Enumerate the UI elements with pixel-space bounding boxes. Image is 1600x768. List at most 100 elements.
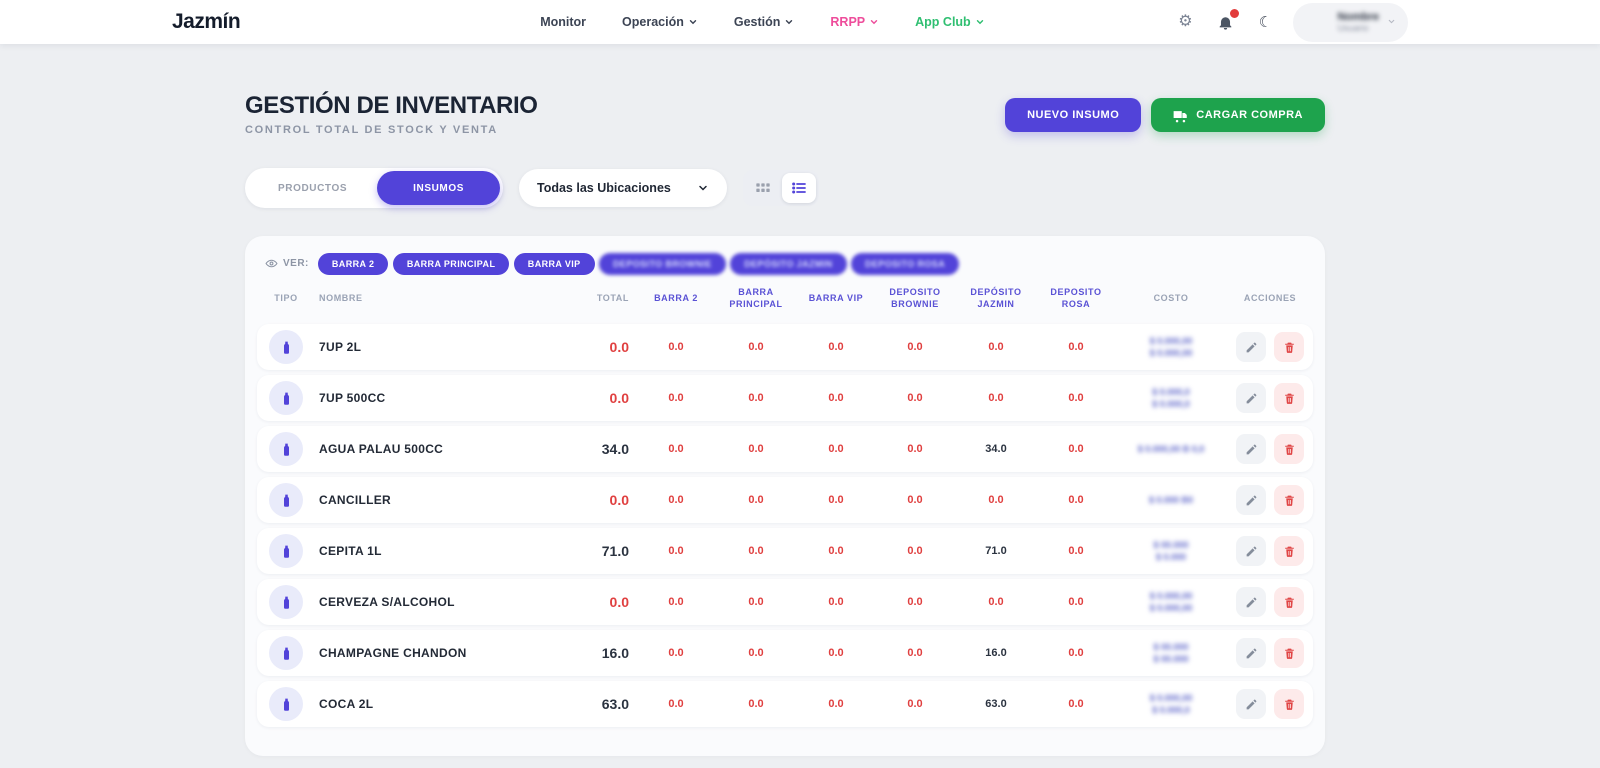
stock-barra-principal: 0.0 bbox=[715, 494, 797, 506]
avatar bbox=[1298, 7, 1329, 38]
delete-button[interactable] bbox=[1274, 536, 1304, 566]
moon-icon: ☾ bbox=[1259, 15, 1272, 30]
delete-button[interactable] bbox=[1274, 689, 1304, 719]
tab-productos[interactable]: PRODUCTOS bbox=[248, 171, 377, 205]
total-value: 16.0 bbox=[551, 645, 637, 661]
load-purchase-button[interactable]: CARGAR COMPRA bbox=[1151, 98, 1325, 132]
stock-barra-2: 0.0 bbox=[637, 647, 715, 659]
filter-chip-deposito-jazmin[interactable]: DEPÓSITO JAZMIN bbox=[730, 253, 846, 275]
delete-button[interactable] bbox=[1274, 434, 1304, 464]
edit-button[interactable] bbox=[1236, 434, 1266, 464]
filter-chip-deposito-rosa[interactable]: DEPOSITO ROSA bbox=[851, 253, 959, 275]
total-value: 0.0 bbox=[551, 492, 637, 508]
nav-item-app-club[interactable]: App Club bbox=[915, 15, 985, 29]
col-header-acciones: ACCIONES bbox=[1227, 292, 1313, 304]
ver-label: VER: bbox=[265, 257, 309, 270]
stock-deposito-rosa: 0.0 bbox=[1037, 596, 1115, 608]
truck-icon bbox=[1173, 108, 1188, 123]
cost-value-redacted: $ 0.000 B0 bbox=[1115, 494, 1227, 506]
item-name: 7UP 500CC bbox=[315, 391, 551, 405]
stock-barra-vip: 0.0 bbox=[797, 545, 875, 557]
item-name: CHAMPAGNE CHANDON bbox=[315, 646, 551, 660]
tab-insumos[interactable]: INSUMOS bbox=[377, 171, 500, 205]
stock-deposito-rosa: 0.0 bbox=[1037, 341, 1115, 353]
delete-button[interactable] bbox=[1274, 638, 1304, 668]
edit-button[interactable] bbox=[1236, 638, 1266, 668]
stock-barra-2: 0.0 bbox=[637, 698, 715, 710]
stock-barra-vip: 0.0 bbox=[797, 392, 875, 404]
col-header-nombre: NOMBRE bbox=[315, 292, 551, 304]
user-role-redacted: Usuario bbox=[1337, 23, 1379, 33]
col-header-tipo: TIPO bbox=[257, 292, 315, 304]
nav-item-rrpp[interactable]: RRPP bbox=[830, 15, 879, 29]
edit-button[interactable] bbox=[1236, 332, 1266, 362]
stock-deposito-rosa: 0.0 bbox=[1037, 443, 1115, 455]
edit-button[interactable] bbox=[1236, 485, 1266, 515]
stock-barra-vip: 0.0 bbox=[797, 647, 875, 659]
page-subtitle: CONTROL TOTAL DE STOCK Y VENTA bbox=[245, 124, 538, 136]
bottle-icon bbox=[269, 585, 303, 619]
edit-button[interactable] bbox=[1236, 689, 1266, 719]
inventory-row-agua-palau-500cc: AGUA PALAU 500CC34.00.00.00.00.034.00.0$… bbox=[257, 426, 1313, 472]
top-navbar: Jazmín Monitor Operación Gestión RRPP App Cl… bbox=[0, 0, 1600, 44]
bottle-icon bbox=[269, 534, 303, 568]
edit-button[interactable] bbox=[1236, 536, 1266, 566]
main-menu: Monitor Operación Gestión RRPP App Club bbox=[540, 15, 984, 29]
stock-barra-principal: 0.0 bbox=[715, 392, 797, 404]
stock-deposito-rosa: 0.0 bbox=[1037, 647, 1115, 659]
edit-button[interactable] bbox=[1236, 587, 1266, 617]
app-logo[interactable]: Jazmín bbox=[172, 10, 240, 34]
notifications-button[interactable] bbox=[1213, 10, 1237, 34]
nav-item-gestion[interactable]: Gestión bbox=[734, 15, 795, 29]
delete-button[interactable] bbox=[1274, 485, 1304, 515]
bottle-icon bbox=[269, 636, 303, 670]
filter-chip-barra-2[interactable]: BARRA 2 bbox=[318, 253, 388, 275]
col-header-deposito-brownie: DEPOSITO BROWNIE bbox=[875, 286, 955, 310]
stock-barra-vip: 0.0 bbox=[797, 494, 875, 506]
stock-barra-2: 0.0 bbox=[637, 443, 715, 455]
stock-barra-principal: 0.0 bbox=[715, 647, 797, 659]
filter-chip-deposito-brownie[interactable]: DEPOSITO BROWNIE bbox=[599, 253, 726, 275]
stock-deposito-brownie: 0.0 bbox=[875, 341, 955, 353]
stock-deposito-rosa: 0.0 bbox=[1037, 545, 1115, 557]
stock-barra-principal: 0.0 bbox=[715, 443, 797, 455]
bottle-icon bbox=[269, 381, 303, 415]
total-value: 0.0 bbox=[551, 390, 637, 406]
filter-chip-barra-vip[interactable]: BARRA VIP bbox=[514, 253, 595, 275]
grid-view-button[interactable] bbox=[746, 173, 780, 203]
stock-deposito-brownie: 0.0 bbox=[875, 596, 955, 608]
delete-button[interactable] bbox=[1274, 587, 1304, 617]
stock-deposito-brownie: 0.0 bbox=[875, 647, 955, 659]
col-header-deposito-jazmin: DEPÓSITO JAZMIN bbox=[955, 286, 1037, 310]
nav-item-operacion[interactable]: Operación bbox=[622, 15, 698, 29]
stock-deposito-rosa: 0.0 bbox=[1037, 494, 1115, 506]
dark-mode-button[interactable]: ☾ bbox=[1253, 10, 1277, 34]
stock-deposito-brownie: 0.0 bbox=[875, 698, 955, 710]
user-menu[interactable]: Nombre Usuario bbox=[1293, 3, 1408, 42]
new-supply-button[interactable]: NUEVO INSUMO bbox=[1005, 98, 1141, 132]
notification-badge bbox=[1229, 8, 1240, 19]
bottle-icon bbox=[269, 432, 303, 466]
filter-chip-barra-principal[interactable]: BARRA PRINCIPAL bbox=[393, 253, 510, 275]
inventory-row-7up-500cc: 7UP 500CC0.00.00.00.00.00.00.0$ 0.000,0$… bbox=[257, 375, 1313, 421]
chevron-down-icon bbox=[869, 17, 879, 27]
view-mode-toggle bbox=[743, 170, 819, 206]
item-name: CEPITA 1L bbox=[315, 544, 551, 558]
grid-icon bbox=[755, 180, 771, 196]
location-select[interactable]: Todas las Ubicaciones bbox=[519, 169, 727, 207]
cost-value-redacted: $ 0.000,00$ 0.000,0 bbox=[1115, 692, 1227, 716]
inventory-row-coca-2l: COCA 2L63.00.00.00.00.063.00.0$ 0.000,00… bbox=[257, 681, 1313, 727]
inventory-row-canciller: CANCILLER0.00.00.00.00.00.00.0$ 0.000 B0 bbox=[257, 477, 1313, 523]
stock-barra-vip: 0.0 bbox=[797, 341, 875, 353]
total-value: 63.0 bbox=[551, 696, 637, 712]
edit-button[interactable] bbox=[1236, 383, 1266, 413]
delete-button[interactable] bbox=[1274, 383, 1304, 413]
nav-item-monitor[interactable]: Monitor bbox=[540, 15, 586, 29]
table-header-row: TIPONOMBRETOTALBARRA 2BARRA PRINCIPALBAR… bbox=[257, 284, 1313, 324]
stock-barra-vip: 0.0 bbox=[797, 698, 875, 710]
stock-deposito-brownie: 0.0 bbox=[875, 545, 955, 557]
delete-button[interactable] bbox=[1274, 332, 1304, 362]
settings-button[interactable]: ⚙ bbox=[1173, 10, 1197, 34]
stock-barra-principal: 0.0 bbox=[715, 698, 797, 710]
list-view-button[interactable] bbox=[782, 173, 816, 203]
